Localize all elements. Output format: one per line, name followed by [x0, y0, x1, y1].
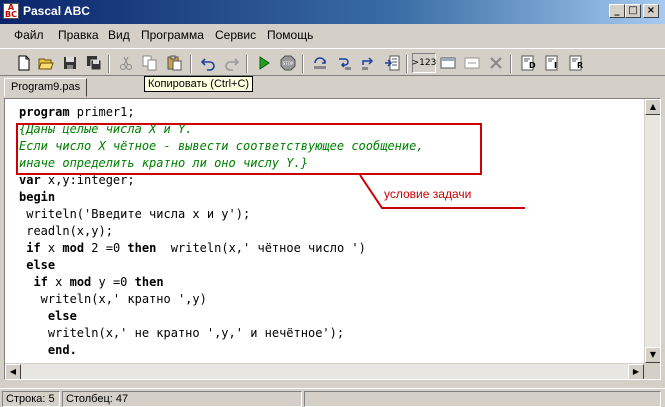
status-empty-panel: [304, 391, 661, 407]
annotation-pointer-line: [359, 174, 525, 209]
status-bar: Строка: 5 Столбец: 47: [0, 388, 665, 407]
annotation-label: условие задачи: [384, 187, 472, 201]
copy-tooltip: Копировать (Ctrl+C): [144, 76, 254, 92]
status-column: Столбец: 47: [62, 391, 302, 407]
status-row: Строка: 5: [2, 391, 60, 407]
